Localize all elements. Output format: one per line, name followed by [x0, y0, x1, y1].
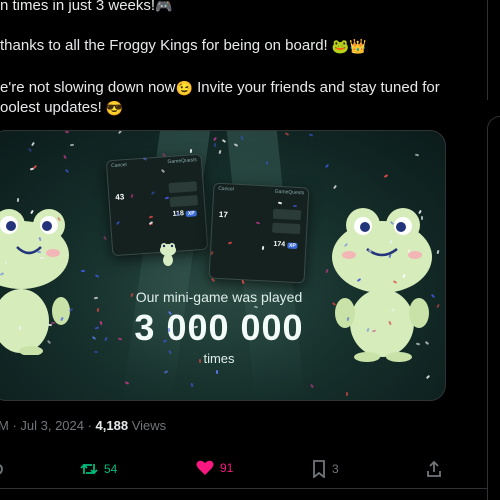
phone-xp-pill: 174 XP — [273, 240, 298, 250]
phone-score: 43 — [115, 192, 125, 202]
tweet-line-2: thanks to all the Froggy Kings for being… — [0, 36, 367, 56]
confetti-piece — [215, 369, 219, 375]
phone-title-label: GameQuests — [274, 188, 305, 197]
tweet-line-4-text: oolest updates! — [0, 99, 106, 116]
phone-row — [169, 195, 199, 208]
reply-icon — [0, 464, 3, 475]
phone-xp-badge: XP — [286, 242, 298, 250]
phone-xp-badge: XP — [185, 210, 197, 217]
confetti-piece — [345, 391, 349, 397]
small-frog-icon — [160, 243, 176, 266]
confetti-piece — [308, 133, 314, 137]
confetti-piece — [439, 132, 445, 138]
confetti-piece — [414, 153, 420, 157]
frog-icon: 🐸 — [331, 38, 350, 54]
media-caption-bottom: times — [203, 351, 235, 366]
confetti-piece — [64, 131, 70, 134]
retweet-count: 54 — [104, 462, 118, 476]
views-label: Views — [128, 418, 167, 433]
confetti-piece — [63, 154, 67, 160]
phone-row — [168, 181, 198, 194]
confetti-piece — [32, 164, 38, 170]
confetti-piece — [28, 147, 32, 153]
wink-icon: 😉 — [175, 80, 193, 96]
like-count: 91 — [220, 461, 234, 475]
confetti-piece — [324, 163, 330, 169]
confetti-piece — [265, 160, 269, 166]
confetti-piece — [420, 215, 424, 221]
tweet-media-image[interactable]: CancelGameQuests 43 118XP CancelGameQues… — [0, 130, 446, 401]
confetti-piece — [212, 136, 218, 142]
confetti-piece — [383, 174, 389, 178]
confetti-piece — [93, 350, 99, 354]
tweet-line-1-text: n times in just 3 weeks! — [0, 0, 156, 14]
phone-cancel-label: Cancel — [110, 162, 127, 170]
tweet-meta: M · Jul 3, 2024 · 4,188 Views — [0, 418, 166, 433]
phone-cancel-label: Cancel — [218, 185, 234, 193]
tweet-line-4: oolest updates! 😎 — [0, 98, 123, 118]
tweet-line-3-text: e're not slowing down now — [0, 79, 176, 96]
confetti-piece — [94, 274, 100, 278]
sunglasses-icon: 😎 — [105, 100, 124, 116]
retweet-button[interactable]: 54 — [80, 460, 117, 478]
tweet-line-3: e're not slowing down now😉 Invite your f… — [0, 78, 440, 98]
confetti-piece — [198, 358, 202, 364]
confetti-piece — [69, 143, 75, 147]
confetti-piece — [190, 382, 194, 388]
confetti-piece — [64, 168, 70, 174]
tweet-divider — [0, 488, 487, 489]
phone-xp-value: 174 — [273, 240, 286, 249]
confetti-piece — [117, 131, 123, 135]
share-icon — [427, 460, 441, 477]
tweet-line-1: n times in just 3 weeks!🎮 — [0, 0, 173, 16]
phone-row — [272, 222, 301, 235]
confetti-piece — [425, 374, 431, 380]
sidebar-panel-edge — [487, 116, 500, 500]
confetti-piece — [168, 328, 170, 332]
confetti-piece — [39, 256, 45, 260]
confetti-piece — [176, 211, 180, 217]
confetti-piece — [218, 149, 222, 155]
bookmark-icon — [313, 460, 325, 478]
tweet-timestamp[interactable]: M · Jul 3, 2024 · — [0, 418, 96, 433]
phone-row — [272, 208, 302, 221]
gamepad-icon: 🎮 — [155, 0, 173, 14]
media-caption-top: Our mini-game was played — [135, 289, 303, 305]
confetti-piece — [16, 197, 20, 203]
heart-icon — [196, 460, 214, 475]
share-button[interactable] — [426, 460, 442, 478]
phone-score: 17 — [218, 209, 229, 220]
like-button[interactable]: 91 — [196, 460, 233, 476]
tweet-line-3-tail: Invite your friends and stay tuned for — [192, 79, 440, 96]
tweet-action-bar: 54 91 3 — [0, 458, 480, 480]
confetti-piece — [310, 383, 314, 389]
sidebar-divider — [487, 0, 488, 100]
bookmark-button[interactable]: 3 — [312, 460, 339, 478]
crown-icon: 👑 — [349, 38, 367, 54]
tweet-line-2-text: thanks to all the Froggy Kings for being… — [0, 37, 332, 54]
bookmark-count: 3 — [332, 462, 339, 476]
confetti-piece — [284, 132, 290, 136]
media-caption-number: 3 000 000 — [134, 307, 304, 348]
confetti-piece — [80, 269, 86, 273]
confetti-piece — [292, 204, 298, 208]
views-count: 4,188 — [95, 418, 129, 433]
confetti-piece — [213, 142, 217, 148]
confetti-piece — [103, 235, 107, 241]
confetti-piece — [221, 139, 227, 143]
confetti-piece — [436, 249, 440, 255]
confetti-piece — [31, 141, 35, 147]
phone-screenshot-right: Cancel GameQuests 17 174 XP — [208, 182, 310, 284]
reply-button[interactable] — [0, 460, 4, 478]
phone-title-label: GameQuests — [167, 157, 198, 166]
confetti-piece — [333, 184, 337, 190]
retweet-icon — [80, 463, 98, 475]
